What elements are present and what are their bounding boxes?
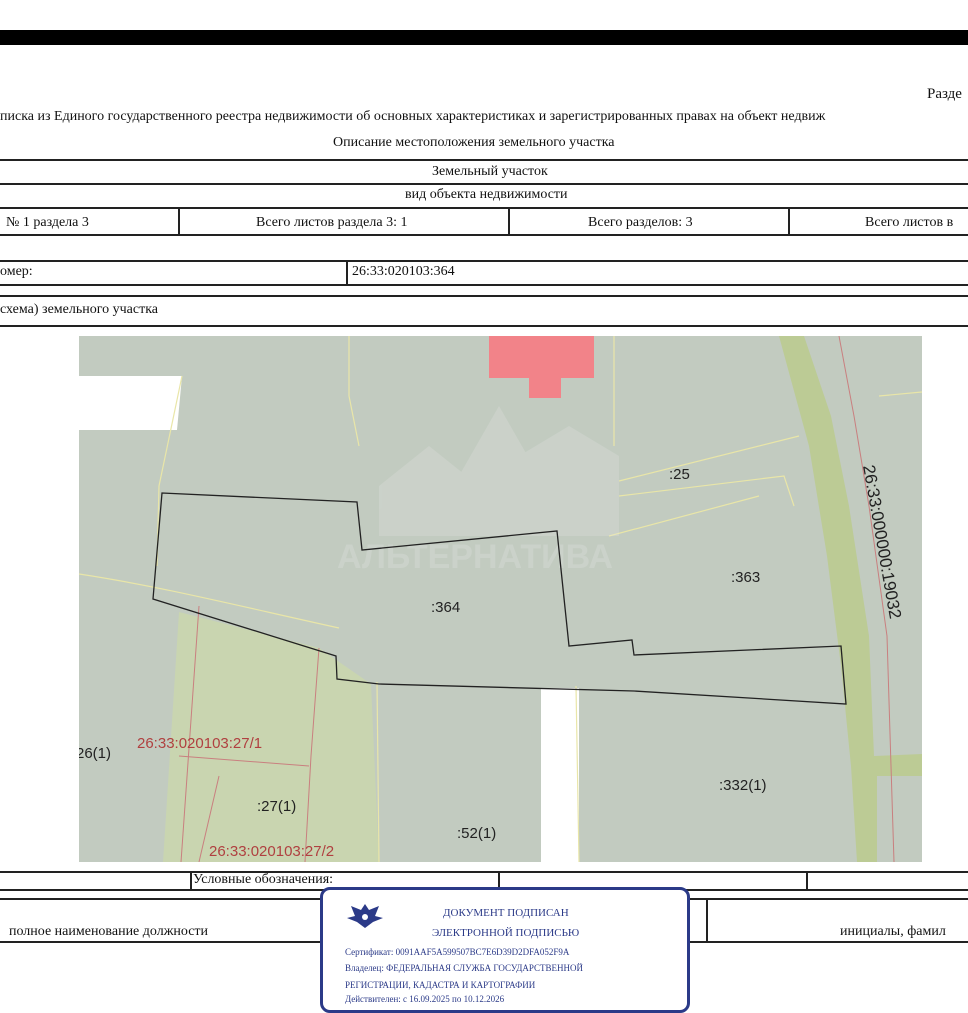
table-line bbox=[0, 325, 968, 327]
table-divider bbox=[190, 871, 192, 889]
object-type-caption: вид объекта недвижимости bbox=[405, 187, 568, 202]
sections-total: Всего разделов: 3 bbox=[588, 215, 693, 230]
cadastral-label: омер: bbox=[0, 264, 33, 279]
table-divider bbox=[508, 209, 510, 234]
parcel-label-52: :52(1) bbox=[457, 825, 496, 842]
scheme-label: схема) земельного участка bbox=[0, 302, 158, 317]
table-divider bbox=[706, 898, 708, 941]
parcel-label-332: :332(1) bbox=[719, 777, 767, 794]
table-divider bbox=[346, 262, 348, 284]
sheet-number: № 1 раздела 3 bbox=[6, 215, 89, 230]
cadastral-map: АЛЬТЕРНАТИВА :25 :363 :364 26:33:000000:… bbox=[79, 336, 922, 862]
table-divider bbox=[178, 209, 180, 234]
object-type: Земельный участок bbox=[432, 164, 548, 179]
svg-text:АЛЬТЕРНАТИВА: АЛЬТЕРНАТИВА bbox=[337, 538, 613, 576]
cadastral-number: 26:33:020103:364 bbox=[352, 264, 455, 279]
section-label: Разде bbox=[927, 86, 962, 102]
white-gap bbox=[541, 688, 579, 862]
table-line bbox=[0, 234, 968, 236]
emblem-icon bbox=[347, 904, 383, 928]
sheets-in-section: Всего листов раздела 3: 1 bbox=[256, 215, 408, 230]
document-title: писка из Единого государственного реестр… bbox=[0, 109, 826, 124]
stamp-owner-2: РЕГИСТРАЦИИ, КАДАСТРА И КАРТОГРАФИИ bbox=[345, 980, 536, 990]
building bbox=[489, 336, 594, 398]
parcel-label-27: :27(1) bbox=[257, 798, 296, 815]
position-caption: полное наименование должности bbox=[9, 924, 209, 939]
stamp-title-1: ДОКУМЕНТ ПОДПИСАН bbox=[443, 907, 569, 919]
table-line bbox=[0, 159, 968, 161]
white-gap bbox=[79, 376, 182, 430]
table-divider bbox=[788, 209, 790, 234]
table-line bbox=[0, 871, 968, 873]
watermark: АЛЬТЕРНАТИВА bbox=[337, 406, 619, 576]
table-line bbox=[0, 295, 968, 297]
document-subtitle: Описание местоположения земельного участ… bbox=[333, 135, 615, 150]
table-line bbox=[0, 183, 968, 185]
table-divider bbox=[806, 871, 808, 889]
parcel-label-25: :25 bbox=[669, 466, 690, 483]
parcel-label-364: :364 bbox=[431, 599, 460, 616]
stamp-owner-1: Владелец: ФЕДЕРАЛЬНАЯ СЛУЖБА ГОСУДАРСТВЕ… bbox=[345, 963, 584, 973]
stamp-certificate: Сертификат: 0091AAF5A599507BC7E6D39D2DFA… bbox=[345, 947, 570, 957]
stamp-validity: Действителен: с 16.09.2025 по 10.12.2026 bbox=[345, 994, 505, 1004]
sheets-total: Всего листов в bbox=[865, 215, 954, 230]
parcel-label-26: 26(1) bbox=[79, 745, 111, 762]
parcel-label-363: :363 bbox=[731, 569, 760, 586]
parcel-label-27-1: 26:33:020103:27/1 bbox=[137, 735, 262, 752]
stamp-title-2: ЭЛЕКТРОННОЙ ПОДПИСЬЮ bbox=[432, 927, 580, 939]
table-line bbox=[0, 207, 968, 209]
top-black-bar bbox=[0, 30, 968, 45]
parcel-label-27-2: 26:33:020103:27/2 bbox=[209, 843, 334, 860]
signature-stamp: ДОКУМЕНТ ПОДПИСАН ЭЛЕКТРОННОЙ ПОДПИСЬЮ С… bbox=[320, 887, 690, 1013]
table-line bbox=[0, 284, 968, 286]
table-line bbox=[0, 260, 968, 262]
initials-caption: инициалы, фамил bbox=[840, 924, 946, 939]
legend-label: Условные обозначения: bbox=[193, 872, 334, 887]
